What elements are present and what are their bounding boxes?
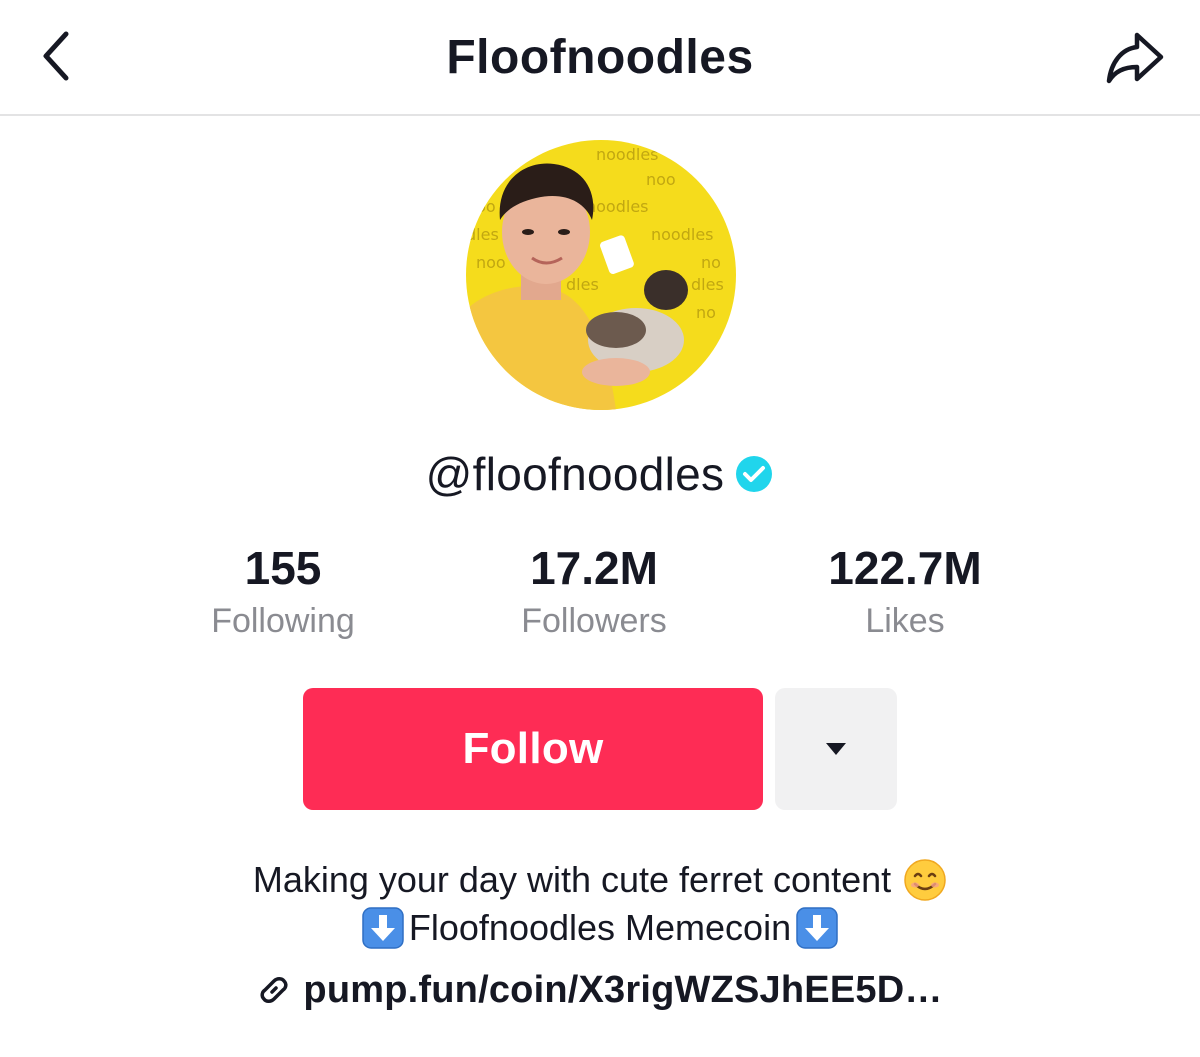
- down-arrow-box-icon: [362, 907, 404, 949]
- bio: Making your day with cute ferret content…: [0, 856, 1200, 952]
- svg-text:noo: noo: [466, 197, 496, 216]
- stat-label: Following: [211, 602, 355, 640]
- svg-text:noo: noo: [646, 170, 676, 189]
- stat-followers[interactable]: 17.2M Followers: [474, 540, 714, 644]
- bio-line-1: Making your day with cute ferret content: [0, 856, 1200, 904]
- username: @floofnoodles: [425, 448, 725, 500]
- link-icon: [260, 977, 288, 1003]
- smiling-face-icon: [904, 859, 946, 901]
- svg-text:dles: dles: [566, 275, 599, 294]
- stat-value: 155: [244, 542, 322, 594]
- top-bar: Floofnoodles: [0, 0, 1200, 116]
- bio-text-2: Floofnoodles Memecoin: [408, 907, 792, 948]
- svg-text:dles: dles: [691, 275, 724, 294]
- svg-text:no: no: [701, 253, 721, 272]
- stat-value: 122.7M: [828, 542, 982, 594]
- svg-text:noo: noo: [476, 253, 506, 272]
- avatar[interactable]: noodles noo noodles noo dles noodles noo…: [466, 140, 736, 410]
- stat-following[interactable]: 155 Following: [163, 540, 403, 644]
- page-title: Floofnoodles: [446, 31, 754, 84]
- verified-badge-icon: [736, 456, 773, 492]
- svg-text:dles: dles: [466, 225, 499, 244]
- username-row: @floofnoodles: [0, 444, 1200, 504]
- follow-button[interactable]: Follow: [303, 688, 763, 810]
- caret-down-icon: [826, 743, 846, 755]
- bio-text-1: Making your day with cute ferret content: [252, 859, 892, 900]
- share-button[interactable]: [1100, 28, 1170, 88]
- stat-likes[interactable]: 122.7M Likes: [785, 540, 1025, 644]
- stat-label: Followers: [521, 602, 667, 640]
- stat-label: Likes: [865, 602, 945, 640]
- bio-line-2: Floofnoodles Memecoin: [0, 904, 1200, 952]
- svg-text:noodles: noodles: [586, 197, 649, 216]
- avatar-image: noodles noo noodles noo dles noodles noo…: [466, 140, 736, 410]
- down-arrow-box-icon: [796, 907, 838, 949]
- bio-link[interactable]: pump.fun/coin/X3rigWZSJhEE5D…: [0, 962, 1200, 1018]
- stats-row: 155 Following 17.2M Followers 122.7M Lik…: [0, 540, 1200, 650]
- stat-value: 17.2M: [530, 542, 658, 594]
- link-text[interactable]: pump.fun/coin/X3rigWZSJhEE5D…: [303, 969, 942, 1012]
- share-arrow-icon: [1106, 32, 1164, 84]
- svg-text:noodles: noodles: [596, 145, 659, 164]
- svg-text:noodles: noodles: [651, 225, 714, 244]
- svg-text:no: no: [696, 303, 716, 322]
- more-options-button[interactable]: [775, 688, 897, 810]
